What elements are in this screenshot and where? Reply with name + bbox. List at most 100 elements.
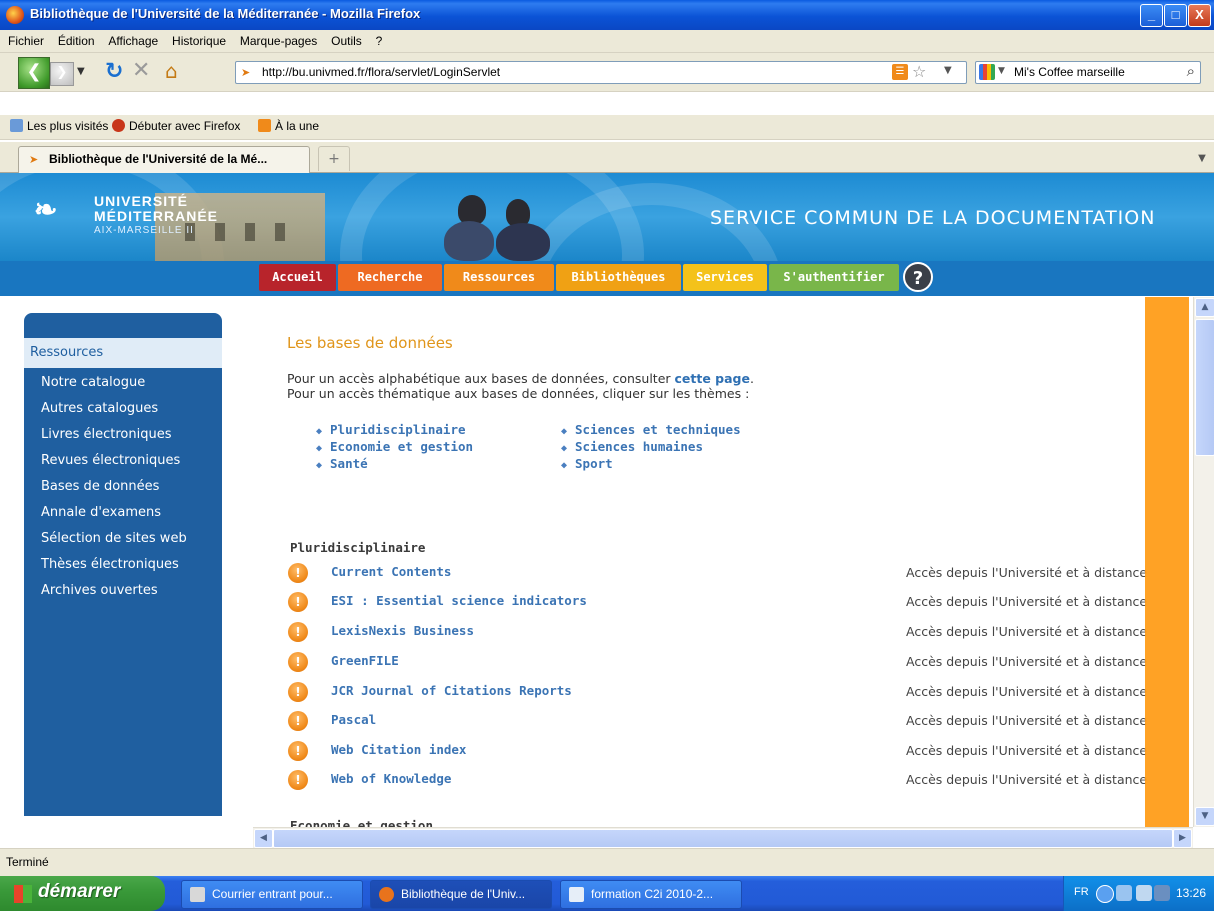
info-icon: !	[288, 711, 308, 731]
tab-bibliotheque[interactable]: ➤ Bibliothèque de l'Université de la Mé.…	[18, 146, 310, 173]
database-link[interactable]: JCR Journal of Citations Reports	[331, 683, 572, 698]
sidebar-item-bases[interactable]: Bases de données	[41, 479, 159, 494]
nav-recherche[interactable]: Recherche	[338, 264, 442, 291]
minimize-button[interactable]: _	[1140, 4, 1163, 27]
list-item: ! ESI : Essential science indicators Accès…	[288, 592, 1193, 616]
scroll-left-icon[interactable]: ◀	[254, 829, 273, 848]
search-engine-icon[interactable]	[979, 64, 995, 80]
back-icon[interactable]: ❮	[18, 57, 50, 89]
scroll-up-icon[interactable]: ▲	[1195, 298, 1214, 317]
database-link[interactable]: LexisNexis Business	[331, 623, 474, 638]
navigation-toolbar: ❮ ❯ ▼ ↻ ✕ ⌂ ➤ http://bu.univmed.fr/flora…	[0, 53, 1214, 92]
reload-icon[interactable]: ↻	[105, 59, 123, 84]
network-icon[interactable]	[1116, 885, 1132, 901]
diamond-icon: ◆	[561, 460, 568, 471]
url-dropdown-icon[interactable]: ▼	[944, 65, 952, 76]
menu-bar: Fichier Édition Affichage Historique Mar…	[0, 30, 1214, 53]
rss-icon[interactable]: ☰	[892, 64, 908, 80]
list-item: ! GreenFILE Accès depuis l'Université et à…	[288, 652, 1193, 676]
search-box[interactable]: ▼ Mi's Coffee marseille ⌕	[975, 61, 1201, 84]
intro-line-1: Pour un accès alphabétique aux bases de …	[287, 371, 754, 386]
nav-bibliotheques[interactable]: Bibliothèques	[556, 264, 681, 291]
database-link[interactable]: Web Citation index	[331, 742, 466, 757]
menu-outils[interactable]: Outils	[326, 30, 367, 52]
start-button[interactable]: démarrer	[0, 876, 165, 911]
new-tab-button[interactable]: +	[318, 146, 350, 171]
theme-link-sante[interactable]: ◆ Santé	[316, 456, 368, 471]
tab-title: Bibliothèque de l'Université de la Mé...	[49, 152, 268, 166]
nav-ressources[interactable]: Ressources	[444, 264, 554, 291]
stop-icon[interactable]: ✕	[132, 58, 150, 83]
sidebar-item-theses[interactable]: Thèses électroniques	[41, 557, 179, 572]
sidebar-item-livres[interactable]: Livres électroniques	[41, 427, 172, 442]
database-link[interactable]: Current Contents	[331, 564, 451, 579]
star-icon[interactable]: ☆	[912, 62, 926, 81]
theme-link-sport[interactable]: ◆ Sport	[561, 456, 613, 471]
tab-list-icon[interactable]: ▼	[1192, 147, 1212, 171]
taskbar-item-document[interactable]: formation C2i 2010-2...	[560, 880, 742, 909]
nav-sauthentifier[interactable]: S'authentifier	[769, 264, 899, 291]
nav-accueil[interactable]: Accueil	[259, 264, 336, 291]
search-engine-dropdown-icon[interactable]: ▼	[998, 66, 1005, 76]
vertical-scrollbar[interactable]: ▲ ▼	[1193, 297, 1214, 827]
taskbar-item-mail[interactable]: Courrier entrant pour...	[181, 880, 363, 909]
sidebar-item-annales[interactable]: Annale d'examens	[41, 505, 161, 520]
menu-affichage[interactable]: Affichage	[103, 30, 163, 52]
site-header: ❧ UNIVERSITÉ MÉDITERRANÉE AIX-MARSEILLE …	[0, 173, 1214, 261]
menu-marque-pages[interactable]: Marque-pages	[235, 30, 322, 52]
access-label: Accès depuis l'Université et à distance	[906, 565, 1148, 580]
theme-link-sciences-humaines[interactable]: ◆ Sciences humaines	[561, 439, 703, 454]
menu-fichier[interactable]: Fichier	[0, 30, 49, 52]
bookmark-most-visited[interactable]: Les plus visités	[10, 119, 108, 133]
url-text[interactable]: http://bu.univmed.fr/flora/servlet/Login…	[262, 65, 500, 79]
info-icon: !	[288, 592, 308, 612]
help-icon[interactable]: ?	[903, 262, 933, 292]
search-input[interactable]: Mi's Coffee marseille	[1014, 65, 1125, 79]
menu-help[interactable]: ?	[371, 30, 388, 52]
menu-edition[interactable]: Édition	[53, 30, 100, 52]
maximize-button[interactable]: □	[1164, 4, 1187, 27]
sidebar-item-catalogue[interactable]: Notre catalogue	[41, 375, 145, 390]
bookmark-getting-started[interactable]: Débuter avec Firefox	[112, 119, 240, 133]
forward-icon[interactable]: ❯	[50, 62, 74, 86]
database-link[interactable]: ESI : Essential science indicators	[331, 593, 587, 608]
menu-historique[interactable]: Historique	[167, 30, 231, 52]
sidebar-heading[interactable]: Ressources	[24, 338, 222, 368]
alphabetical-link[interactable]: cette page	[675, 371, 750, 386]
history-dropdown-icon[interactable]: ▼	[77, 66, 85, 77]
scroll-right-icon[interactable]: ▶	[1173, 829, 1192, 848]
access-label: Accès depuis l'Université et à distance	[906, 654, 1148, 669]
search-icon[interactable]: ⌕	[1187, 62, 1195, 80]
database-link[interactable]: GreenFILE	[331, 653, 399, 668]
firefox-task-icon	[379, 887, 394, 902]
url-bar[interactable]: ➤ http://bu.univmed.fr/flora/servlet/Log…	[235, 61, 967, 84]
home-icon[interactable]: ⌂	[165, 59, 178, 83]
horizontal-scrollbar[interactable]: ◀ ▶	[253, 827, 1193, 848]
info-icon: !	[288, 741, 308, 761]
scrollbar-thumb[interactable]	[1195, 319, 1214, 456]
clock: 13:26	[1176, 886, 1207, 900]
next-section-title: Economie et gestion	[290, 818, 433, 827]
hscrollbar-thumb[interactable]	[273, 829, 1173, 848]
theme-link-pluridisciplinaire[interactable]: ◆ Pluridisciplinaire	[316, 422, 466, 437]
diamond-icon: ◆	[561, 443, 568, 454]
theme-link-economie[interactable]: ◆ Economie et gestion	[316, 439, 473, 454]
tray-app-icon[interactable]	[1136, 885, 1152, 901]
taskbar-item-firefox[interactable]: Bibliothèque de l'Univ...	[370, 880, 552, 909]
database-link[interactable]: Web of Knowledge	[331, 771, 451, 786]
bookmark-headlines[interactable]: À la une	[258, 119, 319, 133]
tray-expand-icon[interactable]	[1096, 885, 1114, 903]
close-button[interactable]: X	[1188, 4, 1211, 27]
language-indicator[interactable]: FR	[1074, 886, 1089, 898]
theme-link-sciences-techniques[interactable]: ◆ Sciences et techniques	[561, 422, 741, 437]
sidebar-item-autres-catalogues[interactable]: Autres catalogues	[41, 401, 158, 416]
sidebar-item-revues[interactable]: Revues électroniques	[41, 453, 180, 468]
nav-services[interactable]: Services	[683, 264, 767, 291]
system-tray: FR 13:26	[1063, 876, 1214, 911]
sidebar-item-sites-web[interactable]: Sélection de sites web	[41, 531, 187, 546]
database-link[interactable]: Pascal	[331, 712, 376, 727]
window-titlebar[interactable]: Bibliothèque de l'Université de la Médit…	[0, 0, 1214, 30]
tray-app-icon[interactable]	[1154, 885, 1170, 901]
sidebar-item-archives[interactable]: Archives ouvertes	[41, 583, 158, 598]
scroll-down-icon[interactable]: ▼	[1195, 807, 1214, 826]
